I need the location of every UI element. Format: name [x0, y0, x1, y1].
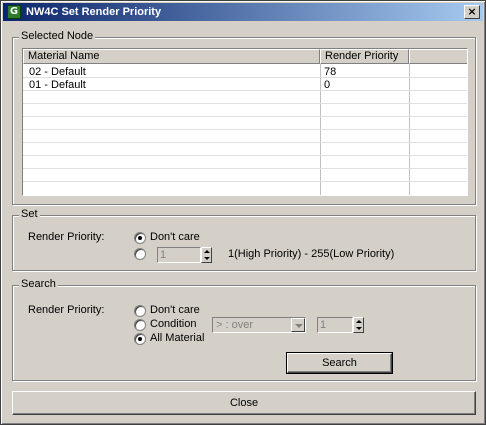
set-legend: Set	[19, 208, 40, 220]
row-divider	[23, 129, 467, 130]
search-dont-care-radio[interactable]	[134, 305, 146, 317]
search-legend: Search	[19, 278, 58, 290]
spin-down-icon[interactable]	[356, 327, 362, 330]
condition-value: > : over	[216, 319, 253, 331]
chevron-down-icon[interactable]	[291, 318, 305, 332]
row-divider	[23, 168, 467, 169]
table-row-material[interactable]: 02 - Default	[25, 66, 86, 79]
row-divider	[23, 77, 467, 78]
selected-node-legend: Selected Node	[19, 30, 96, 42]
spin-down-icon[interactable]	[204, 257, 210, 260]
window-title: NW4C Set Render Priority	[26, 6, 162, 18]
set-render-priority-label: Render Priority:	[28, 231, 105, 243]
column-header-material-name[interactable]: Material Name	[23, 49, 320, 64]
set-priority-spin-buttons[interactable]	[201, 247, 212, 263]
row-divider	[23, 103, 467, 104]
close-window-button[interactable]: ×	[464, 5, 480, 19]
column-header-empty	[409, 49, 467, 64]
search-group: Search	[12, 278, 476, 381]
set-priority-spinner[interactable]: 1	[157, 247, 201, 263]
search-priority-spinner[interactable]: 1	[317, 317, 353, 333]
set-dont-care-label[interactable]: Don't care	[150, 231, 200, 243]
row-divider	[23, 142, 467, 143]
search-dont-care-label[interactable]: Don't care	[150, 304, 200, 316]
search-all-material-radio[interactable]	[134, 333, 146, 345]
search-priority-value: 1	[320, 319, 327, 331]
spin-up-icon[interactable]	[204, 250, 210, 253]
condition-dropdown[interactable]: > : over	[212, 317, 306, 333]
material-table[interactable]: Material Name Render Priority 02 - Defau…	[22, 48, 468, 196]
close-button[interactable]: Close	[12, 391, 476, 415]
search-button[interactable]: Search	[286, 352, 393, 374]
search-condition-label[interactable]: Condition	[150, 318, 196, 330]
app-icon: G	[7, 5, 21, 19]
table-row-priority[interactable]: 0	[320, 79, 330, 92]
dialog-window: G NW4C Set Render Priority × Selected No…	[0, 0, 486, 425]
set-dont-care-radio[interactable]	[134, 232, 146, 244]
priority-range-hint: 1(High Priority) - 255(Low Priority)	[228, 248, 395, 260]
set-value-radio[interactable]	[134, 248, 146, 260]
row-divider	[23, 181, 467, 182]
search-render-priority-label: Render Priority:	[28, 304, 105, 316]
row-divider	[23, 90, 467, 91]
title-bar[interactable]: G NW4C Set Render Priority ×	[3, 3, 483, 21]
search-priority-spin-buttons[interactable]	[353, 317, 364, 333]
set-priority-value: 1	[160, 249, 167, 261]
set-group: Set	[12, 208, 476, 271]
column-header-render-priority[interactable]: Render Priority	[320, 49, 409, 64]
table-row-priority[interactable]: 78	[320, 66, 336, 79]
search-condition-radio[interactable]	[134, 319, 146, 331]
table-row-material[interactable]: 01 - Default	[25, 79, 86, 92]
spin-up-icon[interactable]	[356, 320, 362, 323]
row-divider	[23, 116, 467, 117]
search-all-material-label[interactable]: All Material	[150, 332, 204, 344]
row-divider	[23, 155, 467, 156]
